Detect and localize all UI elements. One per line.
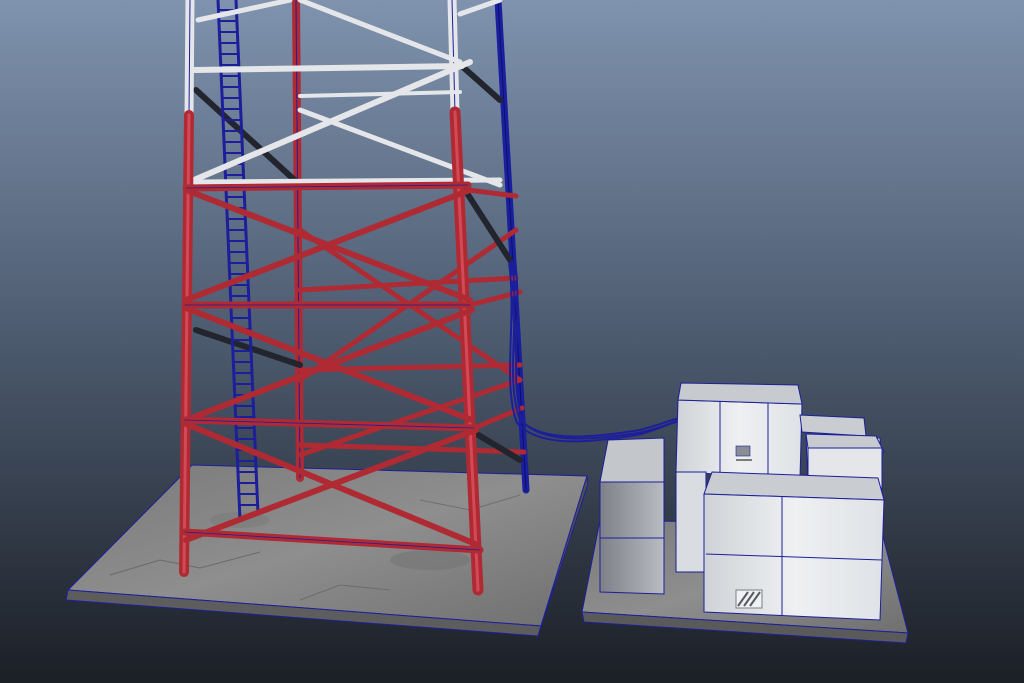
scene-render <box>0 0 1024 683</box>
equipment-cabinet-front <box>703 471 885 621</box>
cabinet-vent <box>735 589 763 609</box>
3d-viewport[interactable] <box>0 0 1024 683</box>
equipment-cabinet-left <box>599 437 665 595</box>
